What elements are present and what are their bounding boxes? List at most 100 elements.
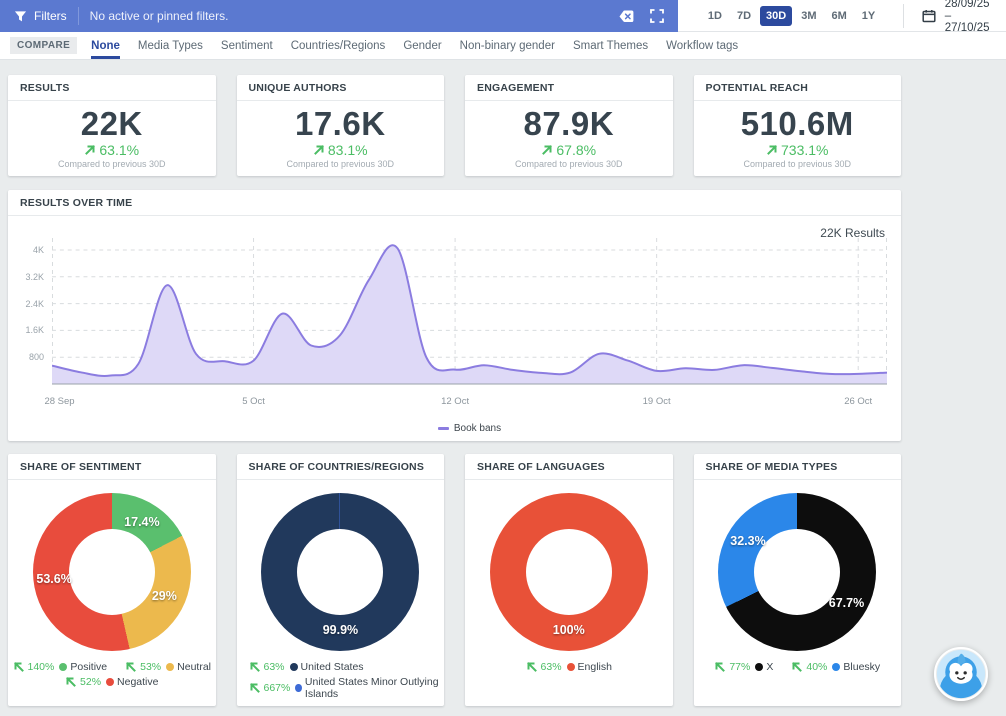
donut-chart[interactable]: 67.7%32.3% bbox=[718, 493, 876, 651]
fullscreen-icon[interactable] bbox=[650, 9, 664, 23]
unique-authors-card: UNIQUE AUTHORS 17.6K 83.1% Compared to p… bbox=[237, 75, 445, 176]
results-value: 22K bbox=[8, 107, 216, 142]
legend-item-english[interactable]: 63% English bbox=[526, 661, 612, 673]
x-axis-tick: 5 Oct bbox=[242, 396, 265, 407]
x-axis-tick: 19 Oct bbox=[643, 396, 671, 407]
legend-change: 52% bbox=[80, 676, 101, 688]
card-title: RESULTS bbox=[8, 75, 216, 101]
share-of-media-types-card: SHARE OF MEDIA TYPES 67.7%32.3%77%X40%Bl… bbox=[694, 454, 902, 706]
slice-label-positive: 17.4% bbox=[124, 515, 159, 529]
donut-hole bbox=[69, 529, 155, 615]
filters-bar-actions bbox=[614, 9, 664, 23]
legend-color-dot bbox=[295, 684, 302, 692]
donut-chart[interactable]: 100% bbox=[490, 493, 648, 651]
arrow-northwest-icon bbox=[249, 682, 261, 694]
legend-change: 40% bbox=[806, 661, 827, 673]
tab-media-types[interactable]: Media Types bbox=[138, 32, 203, 59]
top-bar: Filters No active or pinned filters. 1D7… bbox=[0, 0, 1006, 32]
date-controls: 1D7D30D3M6M1Y 28/09/25 – 27/10/25 bbox=[678, 0, 1006, 32]
unique-authors-change: 83.1% bbox=[328, 142, 368, 158]
tab-none[interactable]: None bbox=[91, 32, 120, 59]
tab-countries-regions[interactable]: Countries/Regions bbox=[291, 32, 386, 59]
languages-donut-chart: 100% 63% English bbox=[465, 480, 673, 706]
share-of-languages-card: SHARE OF LANGUAGES 100%63%English bbox=[465, 454, 673, 706]
slice-label-neutral: 29% bbox=[152, 589, 177, 603]
card-title: ENGAGEMENT bbox=[465, 75, 673, 101]
compare-tab-bar: COMPARE None Media Types Sentiment Countrie… bbox=[0, 32, 1006, 60]
filters-label: Filters bbox=[34, 9, 67, 23]
legend-change: 53% bbox=[140, 661, 161, 673]
area-chart-plot[interactable]: 8001.6K2.4K3.2K4K bbox=[52, 224, 887, 392]
x-axis-tick: 28 Sep bbox=[44, 396, 74, 407]
arrow-northwest-icon bbox=[65, 676, 77, 688]
card-title: POTENTIAL REACH bbox=[694, 75, 902, 101]
range-button-1d[interactable]: 1D bbox=[702, 6, 728, 26]
date-range-text: 28/09/25 – 27/10/25 bbox=[945, 0, 990, 34]
legend-color-dot bbox=[755, 663, 763, 671]
sentiment-donut-chart: 17.4% 29% 53.6% 140%Positive 53%Neutral 52%Ne… bbox=[8, 480, 216, 706]
compare-label: COMPARE bbox=[10, 37, 77, 54]
tab-workflow-tags[interactable]: Workflow tags bbox=[666, 32, 738, 59]
funnel-icon bbox=[14, 10, 27, 23]
arrow-northwest-icon bbox=[13, 661, 25, 673]
slice-label-negative: 53.6% bbox=[36, 572, 71, 586]
filters-status-text: No active or pinned filters. bbox=[90, 9, 614, 23]
range-button-30d[interactable]: 30D bbox=[760, 6, 792, 26]
tab-gender[interactable]: Gender bbox=[403, 32, 441, 59]
legend-label: English bbox=[578, 661, 612, 673]
legend-label: United States bbox=[301, 661, 364, 673]
engagement-card: ENGAGEMENT 87.9K 67.8% Compared to previ… bbox=[465, 75, 673, 176]
legend-item-bluesky[interactable]: 40% Bluesky bbox=[791, 661, 880, 673]
legend-change: 667% bbox=[264, 682, 291, 694]
donut-legend: 77%X 40% Bluesky bbox=[694, 661, 902, 673]
share-of-sentiment-card: SHARE OF SENTIMENT 17.4%29%53.6%140%Posi… bbox=[8, 454, 216, 706]
tab-non-binary-gender[interactable]: Non-binary gender bbox=[460, 32, 555, 59]
mascot-icon bbox=[936, 649, 986, 699]
share-cards-row: SHARE OF SENTIMENT 17.4%29%53.6%140%Posi… bbox=[8, 454, 901, 706]
legend-label: Bluesky bbox=[843, 661, 880, 673]
range-button-7d[interactable]: 7D bbox=[731, 6, 757, 26]
y-axis-tick: 2.4K bbox=[14, 299, 44, 309]
tab-sentiment[interactable]: Sentiment bbox=[221, 32, 273, 59]
legend-color-dot bbox=[567, 663, 575, 671]
card-title: RESULTS OVER TIME bbox=[8, 190, 901, 216]
arrow-northeast-icon bbox=[766, 144, 778, 156]
range-button-6m[interactable]: 6M bbox=[825, 6, 852, 26]
arrow-northwest-icon bbox=[791, 661, 803, 673]
arrow-northwest-icon bbox=[714, 661, 726, 673]
clear-filters-icon[interactable] bbox=[614, 10, 634, 23]
filters-bar: Filters No active or pinned filters. bbox=[0, 0, 678, 32]
donut-chart[interactable]: 99.9% bbox=[261, 493, 419, 651]
filters-button[interactable]: Filters bbox=[14, 9, 67, 23]
legend-item-negative[interactable]: 52%Negative bbox=[65, 676, 158, 688]
legend-change: 140% bbox=[28, 661, 55, 673]
legend-item-united-states-minor-outlying-islands[interactable]: 667%United States Minor Outlying Islands bbox=[249, 676, 445, 700]
engagement-value: 87.9K bbox=[465, 107, 673, 142]
legend-color-dot bbox=[290, 663, 298, 671]
legend-item-united-states[interactable]: 63%United States bbox=[249, 661, 364, 673]
unique-authors-value: 17.6K bbox=[237, 107, 445, 142]
series-name: Book bans bbox=[454, 423, 501, 434]
legend-color-dot bbox=[166, 663, 174, 671]
arrow-northwest-icon bbox=[526, 661, 538, 673]
legend-item-neutral[interactable]: 53%Neutral bbox=[125, 661, 211, 673]
series-legend[interactable]: Book bans bbox=[52, 423, 887, 434]
series-color-dash bbox=[438, 427, 449, 430]
range-button-1y[interactable]: 1Y bbox=[856, 6, 881, 26]
potential-reach-card: POTENTIAL REACH 510.6M 733.1% Compared t… bbox=[694, 75, 902, 176]
date-range-buttons: 1D7D30D3M6M1Y bbox=[702, 6, 881, 26]
slice-label-united-states: 99.9% bbox=[323, 623, 358, 637]
range-button-3m[interactable]: 3M bbox=[795, 6, 822, 26]
legend-item-positive[interactable]: 140%Positive bbox=[13, 661, 108, 673]
legend-color-dot bbox=[106, 678, 114, 686]
legend-item-x[interactable]: 77%X bbox=[714, 661, 773, 673]
legend-label: X bbox=[766, 661, 773, 673]
legend-change: 63% bbox=[541, 661, 562, 673]
legend-color-dot bbox=[59, 663, 67, 671]
donut-chart[interactable]: 17.4% 29% 53.6% bbox=[33, 493, 191, 651]
comparison-note: Compared to previous 30D bbox=[465, 159, 673, 169]
assistant-mascot-button[interactable] bbox=[934, 647, 988, 701]
donut-hole bbox=[297, 529, 383, 615]
tab-smart-themes[interactable]: Smart Themes bbox=[573, 32, 648, 59]
date-picker[interactable]: 28/09/25 – 27/10/25 bbox=[922, 0, 990, 34]
